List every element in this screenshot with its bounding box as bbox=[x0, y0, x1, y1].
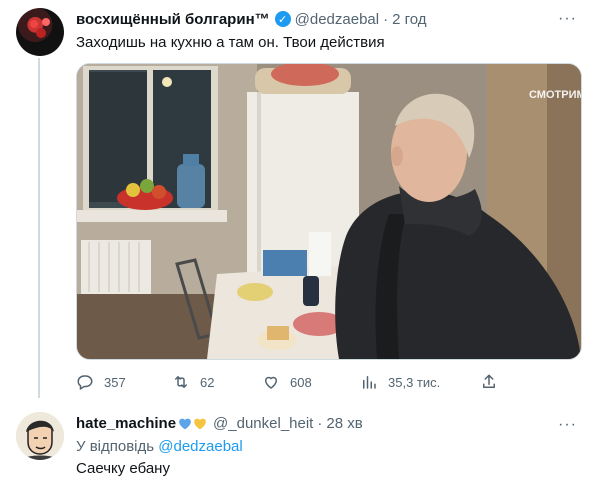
separator-dot: · bbox=[317, 415, 323, 432]
replying-mention[interactable]: @dedzaebal bbox=[158, 438, 242, 455]
author-handle[interactable]: @dedzaebal bbox=[295, 11, 379, 28]
tweet-header: восхищённый болгарин™ ✓ @dedzaebal · 2 г… bbox=[76, 9, 427, 29]
more-icon[interactable]: ··· bbox=[558, 10, 577, 28]
reply-time[interactable]: 28 хв bbox=[326, 415, 362, 432]
share-button[interactable] bbox=[480, 372, 508, 392]
reply-icon bbox=[77, 375, 93, 391]
author-name[interactable]: восхищённый болгарин™ bbox=[76, 11, 270, 28]
yellow-heart-icon bbox=[194, 418, 206, 430]
tweet-text: Заходишь на кухню а там он. Твои действи… bbox=[76, 34, 385, 51]
blue-heart-icon bbox=[179, 418, 191, 430]
author-avatar[interactable] bbox=[16, 8, 64, 56]
like-count: 608 bbox=[290, 374, 312, 390]
replying-prefix: У відповідь bbox=[76, 438, 155, 455]
tweet[interactable]: восхищённый болгарин™ ✓ @dedzaebal · 2 г… bbox=[0, 0, 596, 400]
reply-count: 357 bbox=[104, 374, 126, 390]
retweet-count: 62 bbox=[200, 374, 215, 390]
replying-to: У відповідь @dedzaebal bbox=[76, 438, 243, 455]
views-count: 35,3 тис. bbox=[388, 374, 441, 390]
like-button[interactable]: 608 bbox=[262, 372, 312, 392]
views-icon bbox=[363, 376, 376, 389]
verified-badge-icon: ✓ bbox=[274, 11, 291, 27]
reply-author-handle[interactable]: @_dunkel_heit bbox=[213, 415, 313, 432]
media-watermark: СМОТРИМ bbox=[529, 89, 581, 101]
reply-tweet[interactable]: hate_machine @_dunkel_heit · 28 хв ··· У… bbox=[0, 400, 596, 484]
views-button[interactable]: 35,3 тис. bbox=[360, 372, 440, 392]
reply-text: Саечку ебану bbox=[76, 460, 170, 477]
reply-button[interactable]: 357 bbox=[76, 372, 126, 392]
share-icon bbox=[483, 374, 495, 388]
media-photo: СМОТРИМ bbox=[77, 64, 581, 359]
retweet-icon bbox=[175, 376, 187, 388]
tweet-time[interactable]: 2 год bbox=[392, 11, 426, 28]
tweet-actions: 357 62 608 35,3 тис. bbox=[76, 372, 580, 392]
thread-line bbox=[38, 58, 40, 398]
retweet-button[interactable]: 62 bbox=[172, 372, 214, 392]
separator-dot: · bbox=[383, 10, 389, 28]
reply-header: hate_machine @_dunkel_heit · 28 хв bbox=[76, 415, 363, 432]
more-icon[interactable]: ··· bbox=[558, 416, 577, 434]
reply-author-name[interactable]: hate_machine bbox=[76, 415, 176, 432]
tweet-media[interactable]: СМОТРИМ bbox=[76, 63, 582, 360]
like-icon bbox=[264, 376, 278, 389]
reply-author-avatar[interactable] bbox=[16, 412, 64, 460]
